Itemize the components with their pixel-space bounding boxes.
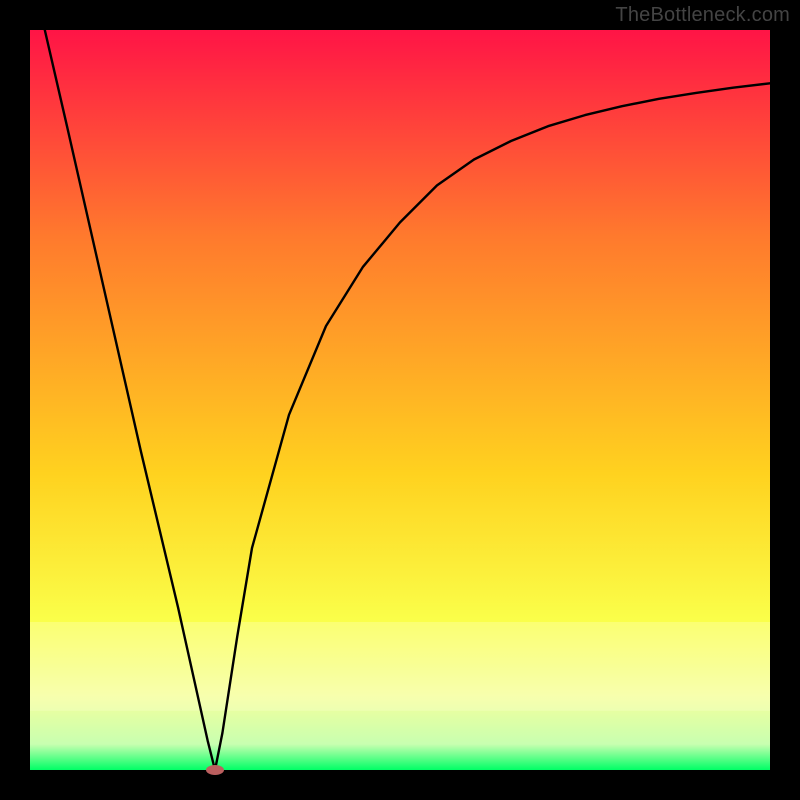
optimal-point-marker	[206, 765, 224, 775]
chart-container: TheBottleneck.com	[0, 0, 800, 800]
watermark-label: TheBottleneck.com	[615, 4, 790, 27]
bottleneck-chart	[0, 0, 800, 800]
chart-highlight-band	[30, 622, 770, 711]
